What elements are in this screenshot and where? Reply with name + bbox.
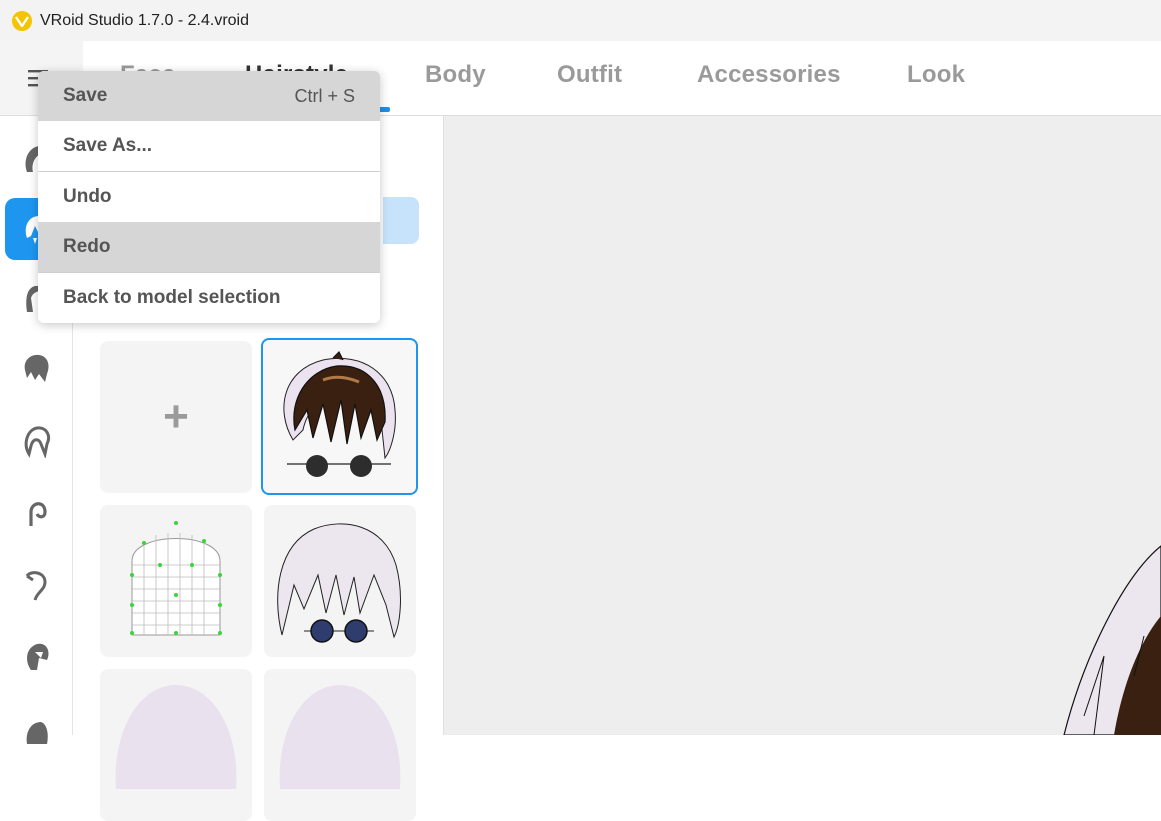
title-bar: VRoid Studio 1.7.0 - 2.4.vroid bbox=[0, 0, 1161, 41]
hair-white-2-thumbnail bbox=[279, 685, 401, 789]
rail-item-hair-curl[interactable] bbox=[5, 554, 67, 616]
rail-item-hair-ornament[interactable] bbox=[5, 626, 67, 688]
menu-item-undo-label: Undo bbox=[63, 186, 112, 207]
hair-white-1-thumbnail bbox=[115, 685, 237, 789]
hair-preset-brown-sunglasses[interactable] bbox=[261, 338, 418, 495]
window-title: VRoid Studio 1.7.0 - 2.4.vroid bbox=[40, 11, 250, 29]
menu-item-save[interactable]: Save Ctrl + S bbox=[38, 71, 380, 121]
hair-brown-sunglasses-thumbnail bbox=[283, 350, 396, 477]
main-menu-dropdown: Save Ctrl + S Save As... Undo Redo Back … bbox=[38, 71, 380, 323]
add-hair-tile[interactable]: + bbox=[100, 341, 252, 493]
tab-accessories[interactable]: Accessories bbox=[697, 61, 841, 89]
rail-item-ahoge[interactable] bbox=[5, 410, 67, 472]
hair-curl-icon bbox=[25, 571, 47, 601]
hair-ornament-icon bbox=[27, 643, 49, 670]
rail-item-hair-ear[interactable] bbox=[5, 482, 67, 544]
ahoge-icon bbox=[24, 426, 51, 458]
menu-item-save-as[interactable]: Save As... bbox=[38, 121, 380, 171]
hair-white-sunglasses-thumbnail bbox=[277, 523, 401, 643]
back-hair-icon bbox=[24, 354, 49, 382]
hair-preset-white-1[interactable] bbox=[100, 669, 252, 821]
menu-item-back-label: Back to model selection bbox=[63, 287, 281, 308]
plus-icon: + bbox=[163, 392, 189, 441]
hair-preset-guide-mesh[interactable] bbox=[100, 505, 252, 657]
menu-item-save-label: Save bbox=[63, 85, 108, 106]
rail-item-hair-extra[interactable] bbox=[5, 696, 67, 758]
tab-body[interactable]: Body bbox=[425, 61, 486, 89]
tab-outfit[interactable]: Outfit bbox=[557, 61, 622, 89]
menu-item-save-shortcut: Ctrl + S bbox=[294, 85, 355, 106]
tab-look[interactable]: Look bbox=[907, 61, 965, 89]
menu-item-back-to-model-selection[interactable]: Back to model selection bbox=[38, 273, 380, 323]
rail-item-back-hair[interactable] bbox=[5, 338, 67, 400]
vroid-logo-icon bbox=[12, 10, 32, 31]
selected-category-highlight bbox=[383, 197, 419, 244]
hair-preset-white-2[interactable] bbox=[264, 669, 416, 821]
hair-guide-mesh-thumbnail bbox=[130, 521, 222, 636]
hair-preset-white-sunglasses[interactable] bbox=[264, 505, 416, 657]
menu-item-redo-label: Redo bbox=[63, 236, 111, 257]
menu-item-redo[interactable]: Redo bbox=[38, 222, 380, 272]
menu-item-undo[interactable]: Undo bbox=[38, 172, 380, 222]
menu-item-save-as-label: Save As... bbox=[63, 135, 153, 156]
hair-extra-icon bbox=[26, 722, 48, 744]
model-hair-preview bbox=[1063, 545, 1161, 735]
model-viewport[interactable] bbox=[444, 116, 1161, 735]
hair-ear-icon bbox=[29, 502, 47, 526]
